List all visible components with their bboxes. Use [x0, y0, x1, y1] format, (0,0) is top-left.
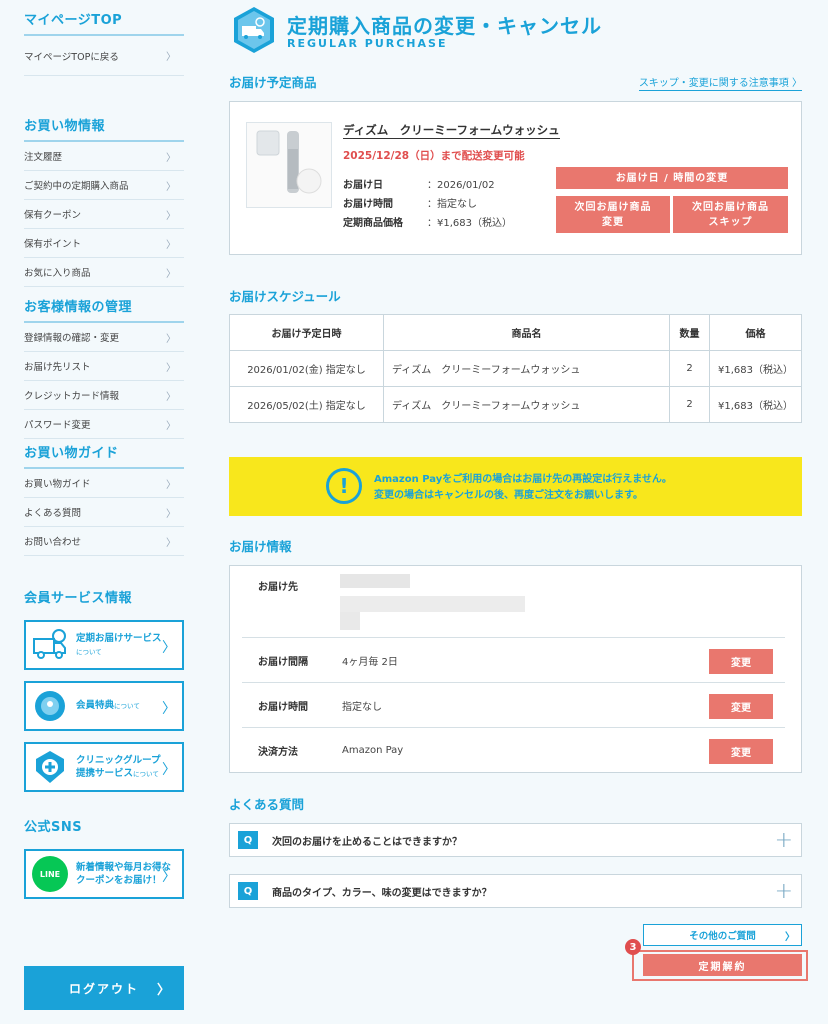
chevron-right-icon: 〉 [166, 210, 176, 222]
chevron-right-icon: 〉 [162, 762, 176, 778]
shopping-heading: お買い物情報 [24, 106, 184, 142]
logout-button[interactable]: ログアウト 〉 [24, 966, 184, 1010]
notice-link[interactable]: スキップ・変更に関する注意事項 〉 [638, 74, 802, 91]
chevron-right-icon: 〉 [166, 362, 176, 374]
sidebar-item-coupons[interactable]: 保有クーポン〉 [24, 200, 184, 229]
delivery-time: お届け時間 ：指定なし [343, 199, 477, 210]
question-icon: Q [238, 882, 258, 900]
delivery-info-card: お届け先 お届け間隔 4ヶ月毎 2日 変更 お届け時間 指定なし 変更 決済方法… [229, 565, 802, 773]
chevron-right-icon: 〉 [166, 391, 176, 403]
time-row: お届け時間 指定なし 変更 [242, 682, 785, 727]
address-label: お届け先 [258, 582, 298, 593]
chevron-right-icon: 〉 [166, 508, 176, 520]
schedule-table: お届け予定日時 商品名 数量 価格 2026/01/02(金) 指定なし ディズ… [229, 314, 802, 423]
next-product-change-button[interactable]: 次回お届け商品 変更 [556, 196, 670, 233]
sidebar-item-guide[interactable]: お買い物ガイド〉 [24, 469, 184, 498]
line-card[interactable]: LINE 新着情報や毎月お得な クーポンをお届け！ 〉 [24, 849, 184, 899]
product-section-title: お届け予定商品 [229, 75, 317, 90]
sns-heading: 公式SNS [24, 820, 83, 835]
guide-heading: お買い物ガイド [24, 439, 184, 469]
change-payment-button[interactable]: 変更 [709, 739, 773, 764]
chevron-right-icon: 〉 [162, 869, 176, 885]
page-subtitle: REGULAR PURCHASE [287, 37, 448, 50]
product-price: 定期商品価格 ：¥1,683（税込） [343, 218, 512, 229]
faq-item[interactable]: Q 次回のお届けを止めることはできますか？ + [229, 823, 802, 857]
sidebar-item-mypage-back[interactable]: マイページTOPに戻る〉 [24, 36, 184, 76]
plus-icon: + [774, 879, 793, 904]
change-date-time-button[interactable]: お届け日 / 時間の変更 [556, 167, 788, 189]
chevron-right-icon: 〉 [166, 52, 176, 63]
mypage-heading: マイページTOP [24, 0, 184, 36]
member-heading: 会員サービス情報 [24, 591, 133, 606]
chevron-right-icon: 〉 [166, 239, 176, 251]
schedule-section-title: お届けスケジュール [229, 289, 341, 304]
exclamation-icon: ! [326, 468, 362, 504]
product-card: ディズム クリーミーフォームウォッシュ 2025/12/28（日）まで配送変更可… [229, 101, 802, 255]
chevron-right-icon: 〉 [166, 268, 176, 280]
delivery-info-section-title: お届け情報 [229, 539, 292, 554]
chevron-right-icon: 〉 [166, 152, 176, 164]
truck-icon [33, 629, 66, 659]
product-name[interactable]: ディズム クリーミーフォームウォッシュ [343, 122, 560, 139]
chevron-right-icon: 〉 [785, 931, 795, 943]
delivery-date: お届け日 ：2026/01/02 [343, 180, 495, 191]
payment-row: 決済方法 Amazon Pay 変更 [242, 727, 785, 772]
sidebar-item-favorites[interactable]: お気に入り商品〉 [24, 258, 184, 287]
chevron-right-icon: 〉 [166, 181, 176, 193]
sidebar-item-points[interactable]: 保有ポイント〉 [24, 229, 184, 258]
chevron-right-icon: 〉 [156, 982, 172, 998]
sidebar-item-addresses[interactable]: お届け先リスト〉 [24, 352, 184, 381]
question-icon: Q [238, 831, 258, 849]
table-row: 2026/01/02(金) 指定なし ディズム クリーミーフォームウォッシュ 2… [229, 350, 802, 387]
chevron-right-icon: 〉 [166, 420, 176, 432]
chevron-right-icon: 〉 [166, 333, 176, 345]
product-image [246, 122, 332, 208]
sidebar-item-password[interactable]: パスワード変更〉 [24, 410, 184, 439]
member-badge-icon [35, 691, 65, 721]
clinic-service-card[interactable]: クリニックグループ 提携サービスについて 〉 [24, 742, 184, 792]
medical-shield-icon [36, 751, 64, 783]
sidebar-item-faq[interactable]: よくある質問〉 [24, 498, 184, 527]
chevron-right-icon: 〉 [166, 537, 176, 549]
next-delivery-skip-button[interactable]: 次回お届け商品 スキップ [673, 196, 788, 233]
sidebar-item-subscriptions[interactable]: ご契約中の定期購入商品〉 [24, 171, 184, 200]
line-icon: LINE [32, 856, 68, 892]
other-questions-button[interactable]: その他のご質問 〉 [643, 924, 802, 946]
sidebar-item-credit-card[interactable]: クレジットカード情報〉 [24, 381, 184, 410]
change-deadline: 2025/12/28（日）まで配送変更可能 [343, 150, 525, 162]
sidebar-item-order-history[interactable]: 注文履歴〉 [24, 142, 184, 171]
table-header-row: お届け予定日時 商品名 数量 価格 [229, 314, 802, 351]
plus-icon: + [774, 828, 793, 853]
change-time-button[interactable]: 変更 [709, 694, 773, 719]
faq-item[interactable]: Q 商品のタイプ、カラー、味の変更はできますか？ + [229, 874, 802, 908]
chevron-right-icon: 〉 [162, 640, 176, 656]
interval-row: お届け間隔 4ヶ月毎 2日 変更 [242, 637, 785, 682]
truck-hexagon-icon [234, 7, 274, 53]
chevron-right-icon: 〉 [166, 479, 176, 491]
cancel-subscription-button[interactable]: 定期解約 [643, 954, 802, 976]
member-benefit-card[interactable]: 会員特典について 〉 [24, 681, 184, 731]
chevron-right-icon: 〉 [162, 701, 176, 717]
step-badge: 3 [625, 939, 641, 955]
sidebar: マイページTOP マイページTOPに戻る〉 お買い物情報 注文履歴〉 ご契約中の… [24, 0, 184, 1010]
amazon-pay-notice: ! Amazon Payをご利用の場合はお届け先の再設定は行えません。 変更の場合… [229, 457, 802, 516]
customer-heading: お客様情報の管理 [24, 287, 184, 323]
page-title: 定期購入商品の変更・キャンセル [287, 14, 602, 38]
faq-section-title: よくある質問 [229, 797, 305, 812]
sidebar-item-profile[interactable]: 登録情報の確認・変更〉 [24, 323, 184, 352]
change-interval-button[interactable]: 変更 [709, 649, 773, 674]
table-row: 2026/05/02(土) 指定なし ディズム クリーミーフォームウォッシュ 2… [229, 386, 802, 423]
delivery-service-card[interactable]: 定期お届けサービス について 〉 [24, 620, 184, 670]
sidebar-item-contact[interactable]: お問い合わせ〉 [24, 527, 184, 556]
